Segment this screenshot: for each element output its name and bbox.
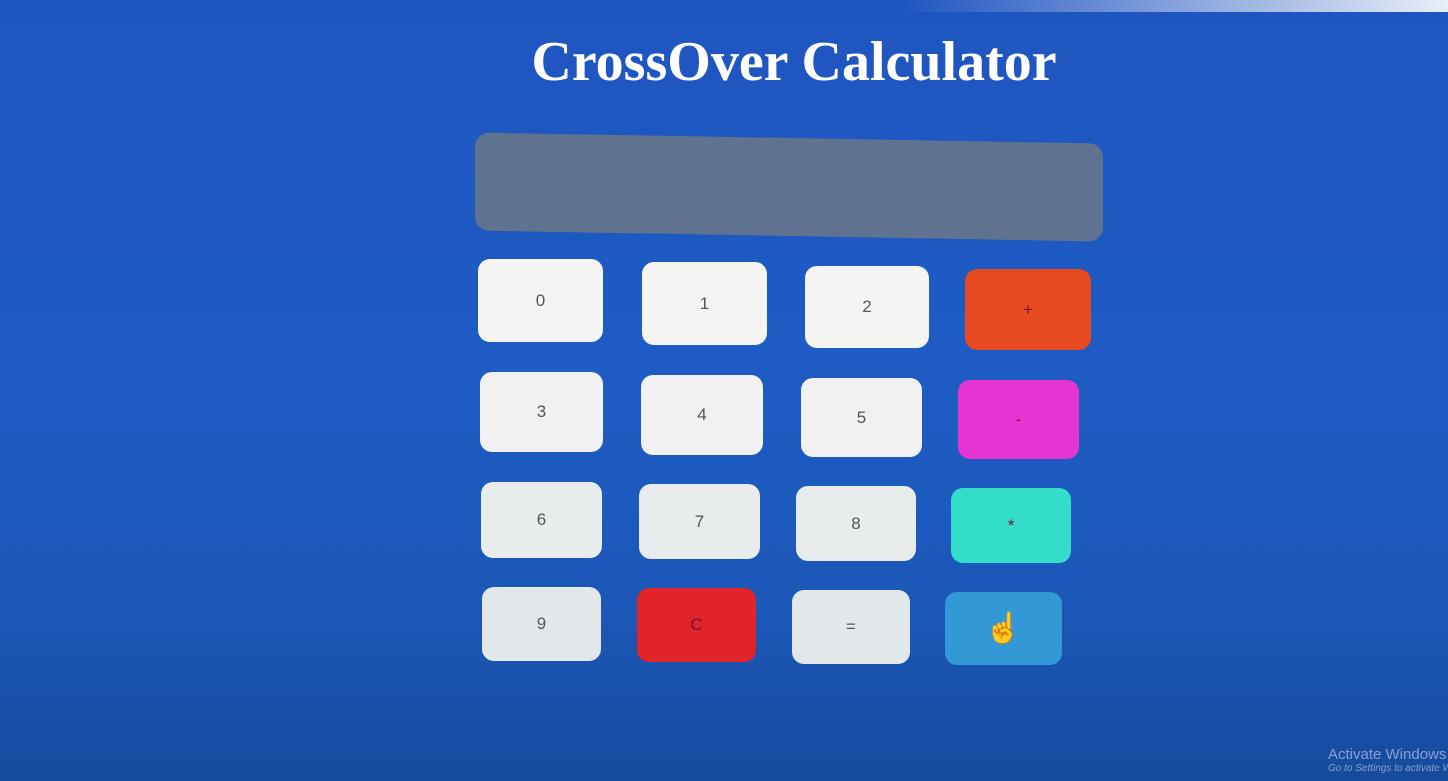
hand-pointer-cursor-icon: ☝	[984, 612, 1023, 645]
key-label: 1	[699, 293, 710, 313]
screen-glare	[900, 0, 1448, 12]
key-label: *	[1007, 515, 1015, 535]
key-label: 9	[536, 614, 547, 633]
key-button-7[interactable]: 7	[639, 484, 760, 559]
calculator-display	[475, 132, 1103, 242]
key-label: +	[1023, 299, 1033, 319]
key-label: 7	[694, 511, 705, 531]
key-button-2[interactable]: 2	[805, 266, 929, 348]
key-label: =	[846, 617, 856, 636]
key-button-multiply[interactable]: *	[951, 488, 1071, 563]
key-button-3[interactable]: 3	[480, 372, 603, 452]
key-button-6[interactable]: 6	[481, 482, 602, 558]
key-label: 6	[536, 510, 547, 529]
activate-windows-watermark: Activate Windows Go to Settings to activ…	[1328, 746, 1448, 774]
key-label: 0	[535, 290, 546, 310]
key-button-hidden[interactable]: ☝	[945, 592, 1062, 665]
watermark-subtitle: Go to Settings to activate Windows.	[1328, 763, 1448, 774]
key-button-clear[interactable]: C	[637, 588, 756, 662]
key-label: 8	[851, 513, 861, 533]
key-button-4[interactable]: 4	[641, 375, 763, 455]
key-button-8[interactable]: 8	[796, 486, 916, 561]
key-label: C	[690, 615, 703, 634]
key-button-5[interactable]: 5	[801, 378, 922, 457]
key-label: 2	[862, 297, 872, 316]
key-button-9[interactable]: 9	[482, 587, 601, 661]
key-button-1[interactable]: 1	[642, 262, 767, 345]
key-label: 3	[536, 402, 547, 421]
key-button-plus[interactable]: +	[965, 269, 1091, 350]
key-button-0[interactable]: 0	[478, 259, 603, 342]
watermark-title: Activate Windows	[1328, 746, 1447, 763]
key-label: 5	[856, 407, 867, 427]
key-label: -	[1015, 409, 1022, 429]
page-title: CrossOver Calculator	[531, 31, 1057, 93]
key-label: 4	[697, 405, 707, 424]
key-button-minus[interactable]: -	[958, 380, 1079, 459]
key-button-equals[interactable]: =	[792, 590, 910, 664]
